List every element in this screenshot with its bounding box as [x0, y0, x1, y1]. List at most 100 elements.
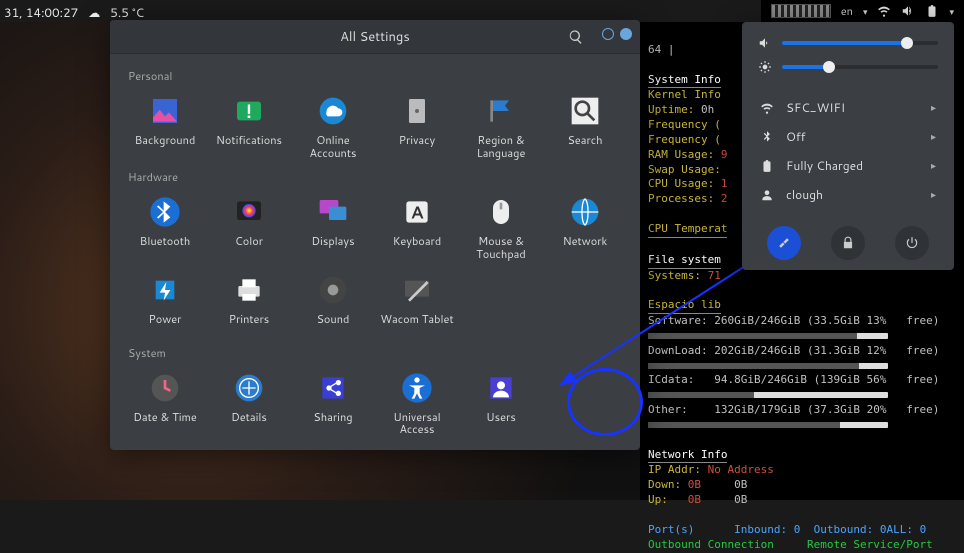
window-controls[interactable] — [602, 28, 632, 40]
user-row[interactable]: clough ▸ — [746, 181, 950, 208]
window-minimize-icon[interactable] — [602, 28, 614, 40]
conky-software-val: 260GiB/246GiB (33.5GiB 13% free) — [714, 314, 939, 327]
conky-all: ALL: 0 — [886, 523, 926, 536]
wifi-row[interactable]: SFC_WIFI ▸ — [746, 94, 950, 121]
item-sound[interactable]: Sound — [292, 267, 374, 339]
bluetooth-row[interactable]: Off ▸ — [746, 123, 950, 150]
item-background[interactable]: Background — [124, 88, 206, 163]
lock-icon — [841, 236, 855, 250]
item-power[interactable]: Power — [124, 267, 206, 339]
wifi-icon[interactable] — [877, 4, 891, 18]
chevron-right-icon: ▸ — [931, 130, 936, 144]
conky-netinfo: Network Info — [648, 448, 727, 464]
item-online-accounts[interactable]: Online Accounts — [292, 88, 374, 163]
grid-system: Date & Time Details Sharing Universal Ac… — [124, 365, 626, 440]
battery-label: Fully Charged — [786, 157, 863, 174]
label-printers: Printers — [229, 313, 269, 326]
dropdown-chevron-icon[interactable]: ▾ — [949, 5, 954, 18]
item-region-language[interactable]: Region & Language — [460, 88, 542, 163]
label-power: Power — [149, 313, 182, 326]
battery-icon[interactable] — [925, 4, 939, 18]
battery-row[interactable]: Fully Charged ▸ — [746, 152, 950, 179]
item-color[interactable]: Color — [208, 189, 290, 264]
item-search[interactable]: Search — [544, 88, 626, 163]
section-personal: Personal — [128, 68, 626, 84]
item-sharing[interactable]: Sharing — [292, 365, 374, 440]
conky-proc-lbl: Processes: — [648, 192, 714, 205]
conky-other-lbl: Other: — [648, 403, 688, 416]
conky-fs-header: File system — [648, 253, 721, 269]
label-details: Details — [231, 411, 267, 424]
wifi-label: SFC_WIFI — [786, 99, 845, 116]
conky-remote: Remote Service/Port — [807, 538, 933, 551]
label-sound: Sound — [317, 313, 350, 326]
chevron-right-icon: ▸ — [931, 101, 936, 115]
conky-software-lbl: Software: — [648, 314, 708, 327]
chevron-right-icon: ▸ — [931, 188, 936, 202]
item-notifications[interactable]: !Notifications — [208, 88, 290, 163]
brightness-slider[interactable] — [782, 65, 938, 69]
conky-other-val: 132GiB/179GiB (37.3GiB 20% free) — [714, 403, 939, 416]
brightness-slider-row — [746, 56, 950, 78]
section-hardware: Hardware — [128, 169, 626, 185]
item-displays[interactable]: Displays — [292, 189, 374, 264]
settings-title: All Settings — [340, 28, 410, 46]
conky-ram-lbl: RAM Usage: — [648, 148, 714, 161]
item-network[interactable]: Network — [544, 189, 626, 264]
conky-down-total: 0B — [734, 478, 747, 491]
conky-inbound: Inbound: 0 — [734, 523, 800, 536]
conky-outbound: Outbound: 0 — [814, 523, 887, 536]
conky-espacio: Espacio lib — [648, 298, 721, 314]
item-keyboard[interactable]: AKeyboard — [376, 189, 458, 264]
label-keyboard: Keyboard — [393, 235, 442, 248]
item-wacom[interactable]: Wacom Tablet — [376, 267, 458, 339]
conky-ports: Port(s) — [648, 523, 694, 536]
item-universal-access[interactable]: Universal Access — [376, 365, 458, 440]
bluetooth-icon — [760, 130, 774, 144]
item-bluetooth[interactable]: Bluetooth — [124, 189, 206, 264]
conky-outconn: Outbound Connection — [648, 538, 774, 551]
item-users[interactable]: Users — [460, 365, 542, 440]
label-sharing: Sharing — [313, 411, 352, 424]
item-details[interactable]: Details — [208, 365, 290, 440]
window-maximize-icon[interactable] — [620, 28, 632, 40]
volume-slider[interactable] — [782, 41, 938, 45]
item-privacy[interactable]: Privacy — [376, 88, 458, 163]
conky-freq2: Frequency ( — [648, 133, 721, 146]
grid-personal: Background !Notifications Online Account… — [124, 88, 626, 163]
search-icon[interactable] — [568, 29, 584, 45]
label-online-accounts: Online Accounts — [294, 134, 372, 159]
label-universal-access: Universal Access — [378, 411, 456, 436]
topbar-right: en ▾ ▾ — [761, 0, 964, 22]
conky-uptime-lbl: Uptime: — [648, 103, 694, 116]
settings-button[interactable] — [767, 226, 801, 260]
conky-cpu-lbl: CPU Usage: — [648, 177, 714, 190]
volume-icon — [758, 36, 772, 50]
user-icon — [760, 188, 774, 202]
label-network: Network — [563, 235, 608, 248]
lock-button[interactable] — [831, 226, 865, 260]
weather-temp: 5.5 °C — [110, 4, 144, 21]
settings-header: All Settings — [110, 20, 640, 54]
dropdown-chevron-icon: ▾ — [863, 5, 868, 18]
section-system: System — [128, 345, 626, 361]
conky-down-val: 0B — [688, 478, 701, 491]
label-color: Color — [235, 235, 263, 248]
bluetooth-label: Off — [786, 128, 806, 145]
item-date-time[interactable]: Date & Time — [124, 365, 206, 440]
grid-hardware: Bluetooth Color Displays AKeyboard Mouse… — [124, 189, 626, 338]
conky-systems-val: 71 — [708, 269, 721, 282]
conky-64: 64 | — [648, 43, 675, 56]
label-search: Search — [567, 134, 602, 147]
item-mouse-touchpad[interactable]: Mouse & Touchpad — [460, 189, 542, 264]
volume-icon[interactable] — [901, 4, 915, 18]
item-printers[interactable]: Printers — [208, 267, 290, 339]
lang-indicator[interactable]: en — [841, 3, 853, 19]
conky-kernel: Kernel Info — [648, 88, 721, 101]
clock-text: 31, 14:00:27 — [4, 4, 78, 21]
power-button[interactable] — [895, 226, 929, 260]
conky-swap-lbl: Swap Usage: — [648, 163, 721, 176]
power-icon — [905, 236, 919, 250]
settings-window: All Settings Personal Background !Notifi… — [110, 20, 640, 450]
conky-download-lbl: DownLoad: — [648, 344, 708, 357]
